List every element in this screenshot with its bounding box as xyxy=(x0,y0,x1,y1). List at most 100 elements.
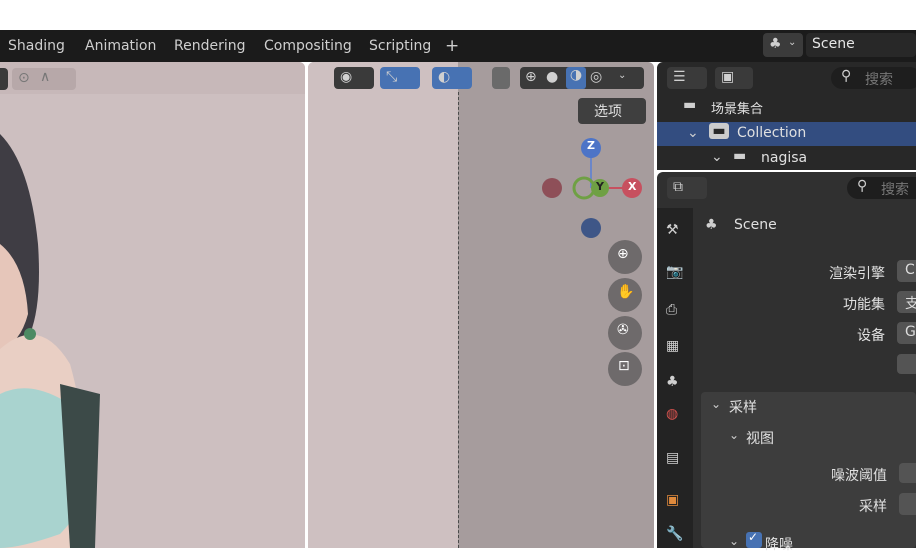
scene-selector-button[interactable]: ♣ ⌄ xyxy=(763,33,803,57)
zoom-icon: ⊕ xyxy=(617,246,629,262)
shading-dropdown[interactable] xyxy=(0,68,8,90)
outliner-filter[interactable]: ▣ xyxy=(715,67,753,89)
denoise-checkbox[interactable]: ✓ xyxy=(746,530,762,548)
filter-icon: ▣ xyxy=(721,69,735,85)
collection-icon: ▬ xyxy=(683,97,697,113)
open-shading-language-checkbox[interactable] xyxy=(897,354,916,374)
proportional-icon: ⊙ xyxy=(18,70,30,86)
wireframe-icon[interactable]: ⊕ xyxy=(525,69,537,85)
render-engine-dropdown[interactable]: C xyxy=(897,260,916,282)
outliner-search-placeholder: 搜索 xyxy=(865,72,893,88)
tab-scripting[interactable]: Scripting xyxy=(369,38,431,54)
properties-icon: ⧉ xyxy=(673,179,683,195)
properties-search-placeholder: 搜索 xyxy=(881,182,909,198)
eye-icon: ◉ xyxy=(340,69,353,85)
axis-x-label: X xyxy=(628,180,637,193)
search-icon: ⚲ xyxy=(857,178,868,194)
camera-border xyxy=(458,92,459,548)
rendered-icon[interactable]: ◎ xyxy=(590,69,602,85)
search-icon: ⚲ xyxy=(841,68,852,84)
axis-z-label: Z xyxy=(587,139,595,152)
overlay-toggle[interactable]: ◐ xyxy=(432,67,472,89)
collection-icon[interactable]: ▤ xyxy=(666,450,679,466)
scene-icon: ♣ xyxy=(769,36,782,52)
viewport-subpanel-header[interactable]: 视图 xyxy=(746,428,774,448)
samples-label: 采样 xyxy=(859,499,887,515)
properties-search-input[interactable]: ⚲ 搜索 xyxy=(847,177,916,199)
output-icon[interactable]: ⎙ xyxy=(666,302,677,318)
feature-set-label: 功能集 xyxy=(843,297,885,313)
feature-set-dropdown[interactable]: 支 xyxy=(897,291,916,313)
chevron-down-icon[interactable]: ⌄ xyxy=(729,428,739,442)
noise-threshold-label: 噪波阈值 xyxy=(831,468,887,484)
overlay-icon: ◐ xyxy=(438,69,451,85)
tab-animation[interactable]: Animation xyxy=(85,38,156,54)
proportional-edit-toggle[interactable]: ⊙ ∧ xyxy=(12,68,76,90)
properties-tabs: ⚒ 📷 ⎙ ▦ ♣ ◍ ▤ ▣ 🔧 xyxy=(657,208,693,548)
options-label: 选项 xyxy=(594,104,622,120)
chevron-down-icon[interactable]: ⌄ xyxy=(618,70,626,81)
falloff-icon: ∧ xyxy=(40,69,51,85)
visibility-dropdown[interactable]: ◉ xyxy=(334,67,374,89)
render-engine-label: 渲染引擎 xyxy=(829,266,885,282)
chevron-down-icon[interactable]: ⌄ xyxy=(711,397,721,411)
scene-icon: ♣ xyxy=(705,217,718,233)
axis-y-label: Y xyxy=(596,180,604,193)
outliner-search-input[interactable]: ⚲ 搜索 xyxy=(831,67,916,89)
zoom-button[interactable]: ⊕ xyxy=(608,240,642,274)
tool-icon[interactable]: ⚒ xyxy=(666,222,679,238)
tab-rendering[interactable]: Rendering xyxy=(174,38,246,54)
sampling-panel-header[interactable]: 采样 xyxy=(729,397,757,417)
material-preview-icon[interactable]: ◑ xyxy=(566,67,586,89)
render-engine-value: C xyxy=(905,262,915,278)
scene-name-field[interactable]: Scene xyxy=(806,33,916,57)
view-layer-icon[interactable]: ▦ xyxy=(666,338,679,354)
properties-panel: ⧉ ⚲ 搜索 ⚒ 📷 ⎙ ▦ ♣ ◍ ▤ ▣ 🔧 ♣ Scene 渲染引擎 C … xyxy=(657,172,916,553)
gizmo-toggle[interactable]: ⤡ xyxy=(380,67,420,89)
scene-collection-label[interactable]: 场景集合 xyxy=(711,98,763,117)
outliner-display-mode[interactable]: ☰ xyxy=(667,67,707,89)
camera-view-area xyxy=(308,62,458,548)
world-icon[interactable]: ◍ xyxy=(666,406,678,422)
device-value: G xyxy=(905,324,916,340)
add-workspace-button[interactable]: + xyxy=(445,36,459,56)
gizmo-icon: ⤡ xyxy=(386,69,398,85)
render-icon[interactable]: 📷 xyxy=(666,264,683,280)
modifier-icon[interactable]: 🔧 xyxy=(666,526,683,542)
device-dropdown[interactable]: G xyxy=(897,322,916,344)
options-dropdown[interactable]: 选项 xyxy=(578,98,646,124)
check-icon: ✓ xyxy=(748,530,759,544)
samples-field[interactable] xyxy=(899,493,916,515)
lock-camera-button[interactable]: ⊡ xyxy=(608,352,642,386)
camera-icon: ✇ xyxy=(617,322,629,338)
feature-set-value: 支 xyxy=(905,296,916,312)
camera-view-button[interactable]: ✇ xyxy=(608,316,642,350)
solid-icon[interactable]: ● xyxy=(546,69,558,85)
properties-context-title: Scene xyxy=(734,217,777,233)
object-icon[interactable]: ▣ xyxy=(666,492,679,508)
chevron-down-icon[interactable]: ⌄ xyxy=(729,534,739,548)
viewport-right[interactable]: ◉ ⤡ ◐ ⊕ ● ◑ ◎ ⌄ 选项 Z Y X ⊕ ✋ ✇ ⊡ xyxy=(308,62,654,548)
lock-icon: ⊡ xyxy=(618,358,630,374)
collection-label[interactable]: Collection xyxy=(737,125,806,141)
object-label[interactable]: nagisa xyxy=(761,150,807,166)
shading-mode-group[interactable]: ⊕ ● ◑ ◎ ⌄ xyxy=(520,67,644,89)
hand-icon: ✋ xyxy=(617,284,635,300)
character-render xyxy=(0,134,100,548)
outliner-icon: ☰ xyxy=(673,69,686,85)
outliner-panel: ☰ ▣ ⚲ 搜索 ▬ 场景集合 ⌄ ▬ Collection ⌄ ▬ nagis… xyxy=(657,62,916,170)
noise-threshold-checkbox[interactable] xyxy=(899,463,916,483)
viewport-left[interactable]: ⊙ ∧ xyxy=(0,62,305,548)
xray-toggle[interactable] xyxy=(492,67,510,89)
scene-name: Scene xyxy=(812,36,855,52)
collection-icon: ▬ xyxy=(733,148,747,164)
tab-compositing[interactable]: Compositing xyxy=(264,38,352,54)
chevron-down-icon: ⌄ xyxy=(788,37,797,48)
denoise-label[interactable]: 降噪 xyxy=(765,534,793,554)
chevron-down-icon[interactable]: ⌄ xyxy=(687,125,699,141)
scene-icon[interactable]: ♣ xyxy=(666,374,679,390)
tab-shading[interactable]: Shading xyxy=(8,38,65,54)
pan-button[interactable]: ✋ xyxy=(608,278,642,312)
properties-editor-type[interactable]: ⧉ xyxy=(667,177,707,199)
chevron-down-icon[interactable]: ⌄ xyxy=(711,149,723,165)
